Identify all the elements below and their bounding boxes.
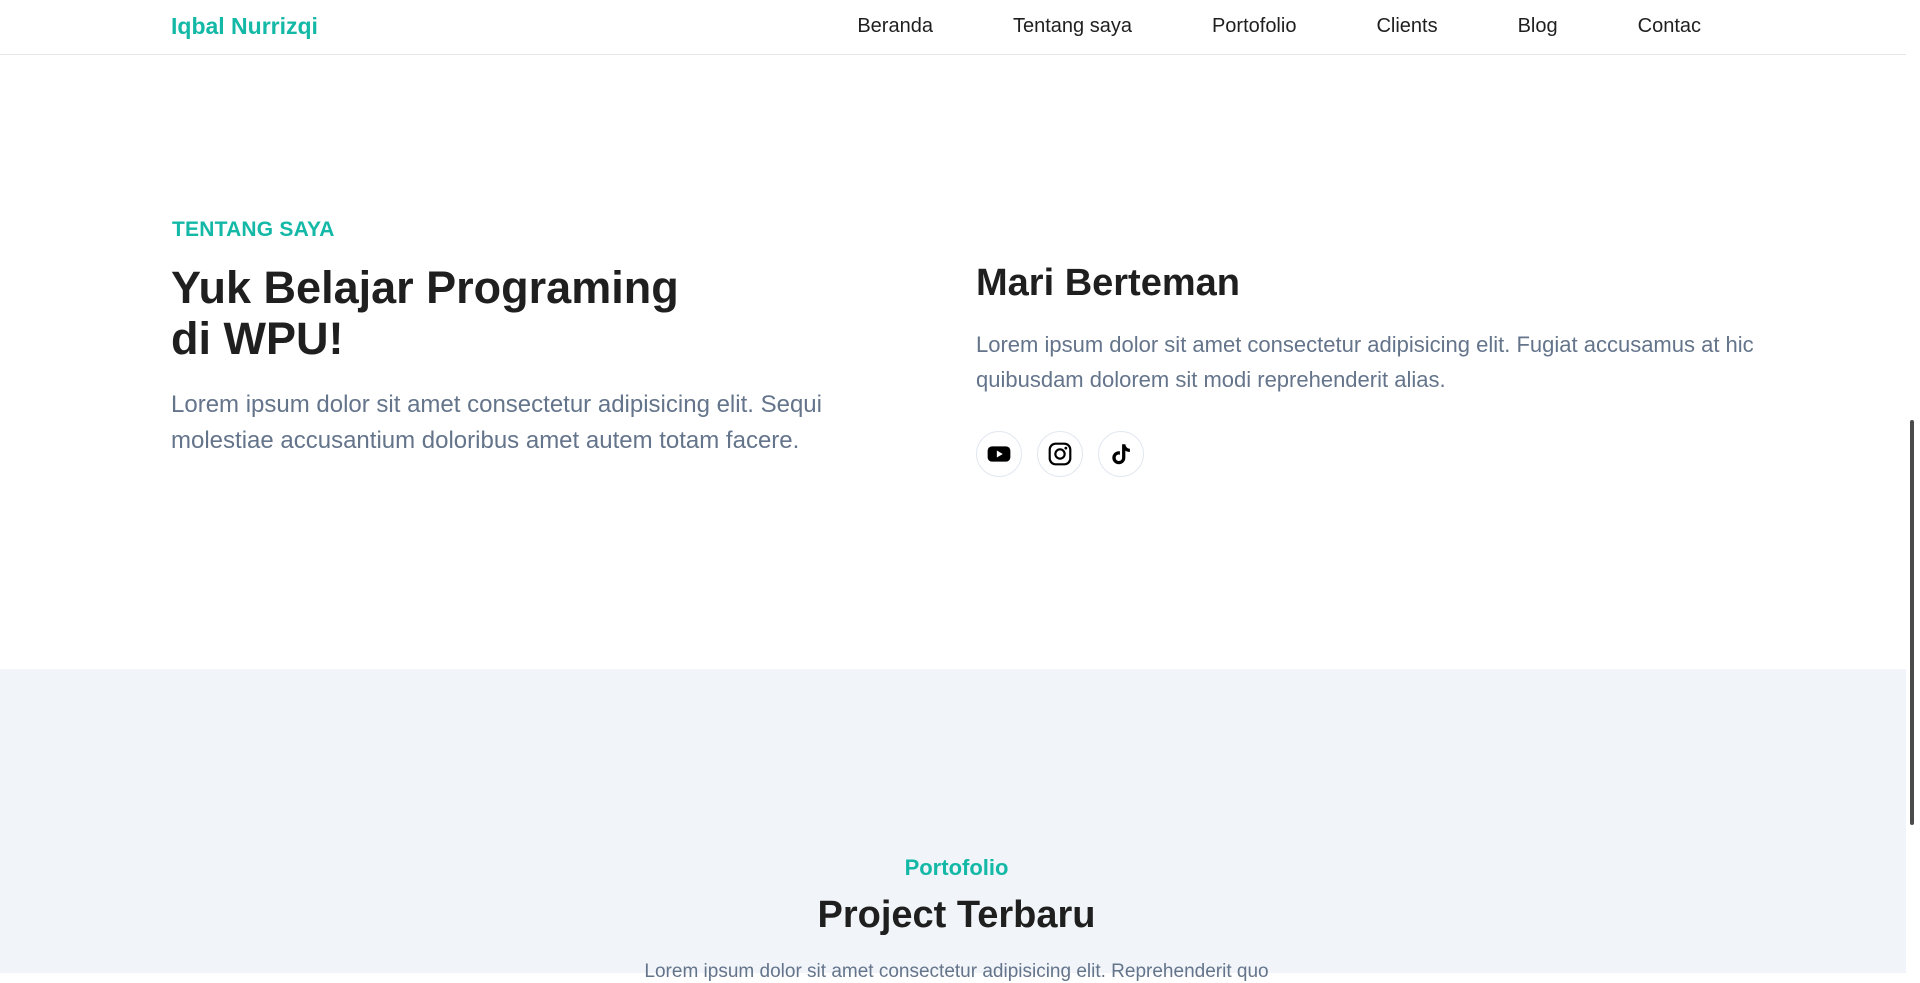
nav-menu: Beranda Tentang saya Portofolio Clients … [857, 15, 1701, 38]
portfolio-label: Portofolio [904, 855, 1009, 880]
navbar: Iqbal Nurrizqi Beranda Tentang saya Port… [0, 0, 1906, 55]
nav-link-contac[interactable]: Contac [1638, 15, 1701, 38]
portfolio-title: Project Terbaru [817, 894, 1096, 936]
about-section: TENTANG SAYA Yuk Belajar Programing di W… [0, 55, 1906, 669]
nav-link-tentang-saya[interactable]: Tentang saya [1013, 15, 1132, 38]
about-title-line-1: Yuk Belajar Programing [171, 262, 679, 313]
tiktok-icon [1112, 444, 1130, 465]
friend-description: Lorem ipsum dolor sit amet consectetur a… [976, 332, 1754, 392]
tiktok-button[interactable] [1098, 431, 1144, 477]
nav-link-clients[interactable]: Clients [1376, 15, 1437, 38]
portfolio-section: Portofolio Project Terbaru Lorem ipsum d… [0, 669, 1906, 982]
friend-title: Mari Berteman [976, 262, 1240, 304]
nav-link-blog[interactable]: Blog [1518, 15, 1558, 38]
about-title: Yuk Belajar Programing di WPU! [171, 262, 791, 364]
nav-link-portofolio[interactable]: Portofolio [1212, 15, 1297, 38]
section-label: TENTANG SAYA [172, 218, 335, 241]
portfolio-description: Lorem ipsum dolor sit amet consectetur a… [644, 961, 1269, 982]
scrollbar[interactable] [1906, 0, 1920, 973]
youtube-icon [987, 446, 1011, 462]
about-title-line-2: di WPU! [171, 313, 344, 364]
instagram-icon [1048, 442, 1072, 466]
instagram-button[interactable] [1037, 431, 1083, 477]
scrollbar-thumb[interactable] [1910, 420, 1914, 825]
brand-logo[interactable]: Iqbal Nurrizqi [171, 13, 318, 40]
nav-link-beranda[interactable]: Beranda [857, 15, 933, 38]
about-description: Lorem ipsum dolor sit amet consectetur a… [171, 391, 822, 454]
social-links [976, 431, 1144, 477]
youtube-button[interactable] [976, 431, 1022, 477]
